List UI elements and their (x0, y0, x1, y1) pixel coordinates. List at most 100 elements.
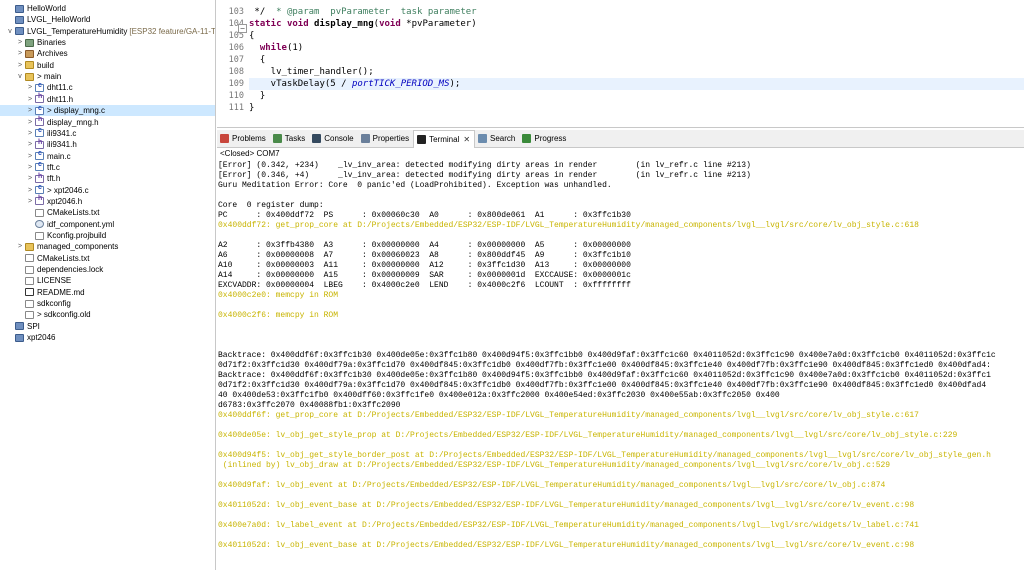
explorer-item[interactable]: dependencies.lock (0, 264, 215, 275)
explorer-item[interactable]: LICENSE (0, 275, 215, 286)
code-line[interactable]: { (249, 54, 1024, 66)
explorer-item[interactable]: > xpt2046.h (0, 195, 215, 207)
collapse-arrow-icon[interactable]: > (16, 243, 24, 250)
explorer-item[interactable]: Kconfig.projbuild (0, 230, 215, 241)
explorer-item-label: > sdkconfig.old (37, 310, 91, 320)
collapse-arrow-icon[interactable]: > (26, 130, 34, 137)
console-line: Backtrace: 0x400ddf6f:0x3ffc1b30 0x400de… (218, 371, 991, 380)
explorer-item-label: HelloWorld (27, 4, 66, 13)
tab-progress[interactable]: Progress (519, 130, 570, 148)
explorer-item[interactable]: v LVGL_TemperatureHumidity [ESP32 feature/… (0, 26, 215, 37)
folder-icon (25, 242, 34, 251)
progress-icon (522, 134, 532, 143)
explorer-item[interactable]: idf_component.yml (0, 219, 215, 230)
tab-properties[interactable]: Properties (358, 130, 413, 148)
explorer-item[interactable]: > display_mng.h (0, 116, 215, 128)
code-editor[interactable]: 103 104 105 106 107 108 109 110 111 * @param pvP… (217, 0, 1024, 128)
tab-tasks[interactable]: Tasks (270, 130, 309, 148)
collapse-arrow-icon[interactable]: > (16, 39, 24, 46)
explorer-item[interactable]: > main.c (0, 150, 215, 162)
search-icon (478, 134, 488, 143)
tasks-icon (272, 134, 282, 143)
code-line[interactable]: */ (249, 6, 1024, 18)
explorer-item[interactable]: v > main (0, 71, 215, 82)
explorer-item[interactable]: README.md (0, 287, 215, 298)
explorer-item[interactable]: > tft.c (0, 161, 215, 173)
explorer-item-label: ili9341.h (47, 140, 77, 150)
code-line[interactable]: } (249, 102, 1024, 114)
explorer-item[interactable]: > > xpt2046.c (0, 184, 215, 196)
explorer-item[interactable]: > Binaries (0, 37, 215, 48)
line-number: 103 (228, 7, 244, 17)
close-tab-icon[interactable]: ✕ (463, 135, 470, 144)
terminal-output[interactable]: [Error] (0.342, +234) _lv_inv_area: dete… (217, 160, 1024, 570)
expand-arrow-icon[interactable]: v (16, 73, 24, 80)
console-line: 0x400d9faf: lv_obj_event at D:/Projects/… (218, 481, 886, 490)
collapse-arrow-icon[interactable]: > (26, 153, 34, 160)
code-line[interactable]: } (249, 90, 1024, 102)
folder-icon (25, 72, 34, 81)
explorer-item[interactable]: > dht11.h (0, 93, 215, 105)
line-number: 109 (228, 79, 244, 89)
collapse-arrow-icon[interactable]: > (16, 50, 24, 57)
line-number: 110 (228, 91, 244, 101)
explorer-item[interactable]: > > display_mng.c (0, 105, 215, 117)
console-line: 0x4000c2f6: memcpy in ROM (218, 311, 339, 320)
explorer-item-label: README.md (37, 287, 85, 297)
tab-label: Console (324, 134, 354, 143)
tab-search[interactable]: Search (475, 130, 519, 148)
code-line[interactable]: static void display_mng(void *pvParamete… (249, 18, 1024, 30)
collapse-arrow-icon[interactable]: > (26, 141, 34, 148)
explorer-item[interactable]: sdkconfig (0, 298, 215, 309)
explorer-item[interactable]: > sdkconfig.old (0, 309, 215, 320)
code-line[interactable]: { (249, 30, 1024, 42)
collapse-arrow-icon[interactable]: > (26, 84, 34, 91)
console-line: 40 0x400de53:0x3ffc1fb0 0x400dff60:0x3ff… (218, 391, 780, 400)
explorer-item[interactable]: > managed_components (0, 241, 215, 252)
tab-problems[interactable]: Problems (217, 130, 270, 148)
project-icon (15, 322, 24, 331)
console-line: 0x400d94f5: lv_obj_get_style_border_post… (218, 451, 991, 460)
fold-collapse-icon[interactable]: − (238, 24, 247, 33)
h-file-icon (35, 93, 44, 104)
explorer-item-label: > display_mng.c (47, 106, 106, 116)
explorer-item[interactable]: CMakeLists.txt (0, 207, 215, 218)
code-line[interactable]: lv_timer_handler(); (249, 66, 1024, 78)
line-number: 108 (228, 67, 244, 77)
code-line[interactable]: while(1) (249, 42, 1024, 54)
terminal-title: <Closed> COM7 (217, 148, 1024, 160)
collapse-arrow-icon[interactable]: > (26, 175, 34, 182)
explorer-item[interactable]: > dht11.c (0, 82, 215, 93)
explorer-item[interactable]: > tft.h (0, 173, 215, 184)
text-file-icon (25, 254, 34, 263)
console-line: 0x4000c2e0: memcpy in ROM (218, 291, 339, 300)
explorer-item[interactable]: CMakeLists.txt (0, 253, 215, 264)
collapse-arrow-icon[interactable]: > (26, 96, 34, 103)
collapse-arrow-icon[interactable]: > (26, 164, 34, 171)
tab-label: Progress (534, 134, 567, 143)
collapse-arrow-icon[interactable]: > (26, 119, 34, 126)
explorer-item-label: dht11.c (47, 83, 73, 93)
code-line[interactable]: vTaskDelay(5 / portTICK_PERIOD_MS); (249, 78, 1024, 90)
c-file-icon (35, 82, 44, 92)
explorer-item[interactable]: HelloWorld (0, 3, 215, 14)
explorer-item[interactable]: > Archives (0, 48, 215, 59)
collapse-arrow-icon[interactable]: > (26, 107, 34, 114)
collapse-arrow-icon[interactable]: > (16, 62, 24, 69)
explorer-item[interactable]: SPI (0, 321, 215, 332)
collapse-arrow-icon[interactable]: > (26, 198, 34, 205)
tab-terminal[interactable]: Terminal ✕ (413, 129, 476, 148)
console-line: 0x4011052d: lv_obj_event_base at D:/Proj… (218, 541, 915, 550)
terminal-icon (417, 134, 427, 144)
problems-icon (220, 134, 229, 143)
explorer-item[interactable]: > ili9341.c (0, 127, 215, 139)
expand-arrow-icon[interactable]: v (6, 28, 14, 35)
explorer-item[interactable]: > build (0, 60, 215, 71)
explorer-item[interactable]: LVGL_HelloWorld (0, 14, 215, 25)
tab-console[interactable]: Console (309, 130, 357, 148)
explorer-item[interactable]: > ili9341.h (0, 139, 215, 150)
collapse-arrow-icon[interactable]: > (26, 187, 34, 194)
tab-label: Search (490, 134, 516, 143)
line-number: 107 (228, 55, 244, 65)
explorer-item[interactable]: xpt2046 (0, 332, 215, 343)
